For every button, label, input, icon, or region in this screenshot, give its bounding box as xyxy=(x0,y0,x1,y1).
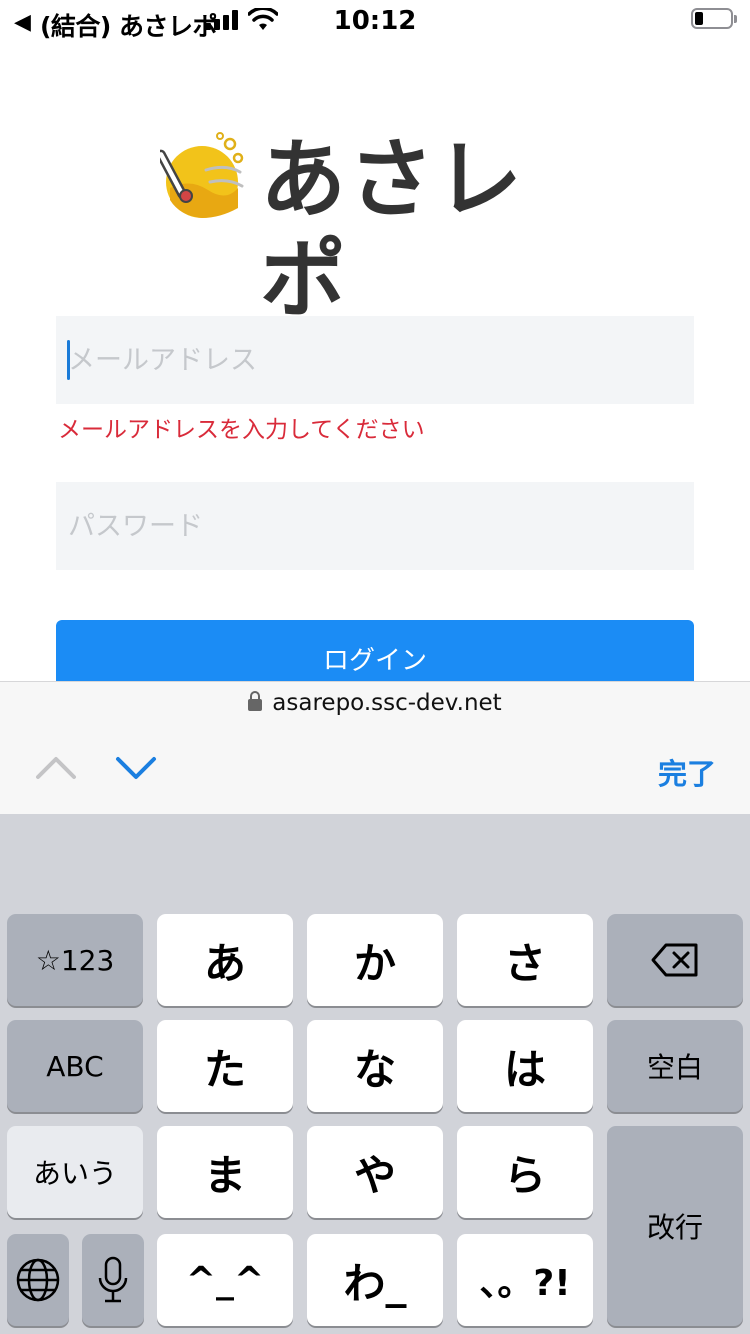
url-display[interactable]: asarepo.ssc-dev.net xyxy=(0,690,750,716)
delete-key[interactable] xyxy=(607,914,743,1006)
keyboard: ☆123 ABC あいう あ か さ た な は ま や ら ^_^ わ_ 、。… xyxy=(0,814,750,1334)
key-ha[interactable]: は xyxy=(457,1020,593,1112)
chevron-up-icon[interactable] xyxy=(34,747,78,787)
key-punctuation[interactable]: 、。?! xyxy=(457,1234,593,1326)
delete-backspace-icon xyxy=(651,943,698,977)
abc-key[interactable]: ABC xyxy=(7,1020,143,1112)
key-ra[interactable]: ら xyxy=(457,1126,593,1218)
key-a[interactable]: あ xyxy=(157,914,293,1006)
kana-mode-key[interactable]: あいう xyxy=(7,1126,143,1218)
app-logo-text: あさレポ xyxy=(260,130,524,330)
key-ka[interactable]: か xyxy=(307,914,443,1006)
email-error-message: メールアドレスを入力してください xyxy=(58,417,425,443)
microphone-icon xyxy=(98,1256,128,1303)
done-button[interactable]: 完了 xyxy=(658,751,716,793)
password-field[interactable] xyxy=(56,482,694,570)
key-ma[interactable]: ま xyxy=(157,1126,293,1218)
key-wa[interactable]: わ_ xyxy=(307,1234,443,1326)
key-ta[interactable]: た xyxy=(157,1020,293,1112)
email-field-container xyxy=(56,316,694,404)
microphone-key[interactable] xyxy=(82,1234,144,1326)
password-field-container xyxy=(56,482,694,570)
battery-icon xyxy=(691,8,737,29)
chevron-down-icon[interactable] xyxy=(114,747,158,787)
email-field[interactable] xyxy=(56,316,694,404)
text-caret xyxy=(67,340,70,380)
url-text: asarepo.ssc-dev.net xyxy=(272,690,502,716)
globe-icon xyxy=(16,1258,60,1302)
key-sa[interactable]: さ xyxy=(457,914,593,1006)
clock: 10:12 xyxy=(333,6,417,36)
globe-key[interactable] xyxy=(7,1234,69,1326)
return-key[interactable]: 改行 xyxy=(607,1126,743,1326)
status-bar: ◀ (結合) あさレポ 10:12 xyxy=(0,0,750,42)
key-ya[interactable]: や xyxy=(307,1126,443,1218)
key-na[interactable]: な xyxy=(307,1020,443,1112)
keyboard-accessory-bar: 完了 xyxy=(0,727,750,814)
space-key[interactable]: 空白 xyxy=(607,1020,743,1112)
numbers-key[interactable]: ☆123 xyxy=(7,914,143,1006)
app-logo: あさレポ xyxy=(160,130,600,330)
lock-icon xyxy=(248,691,263,711)
url-bar[interactable]: asarepo.ssc-dev.net xyxy=(0,681,750,728)
sun-thermometer-logo-icon xyxy=(160,132,244,218)
key-emoticon[interactable]: ^_^ xyxy=(157,1234,293,1326)
